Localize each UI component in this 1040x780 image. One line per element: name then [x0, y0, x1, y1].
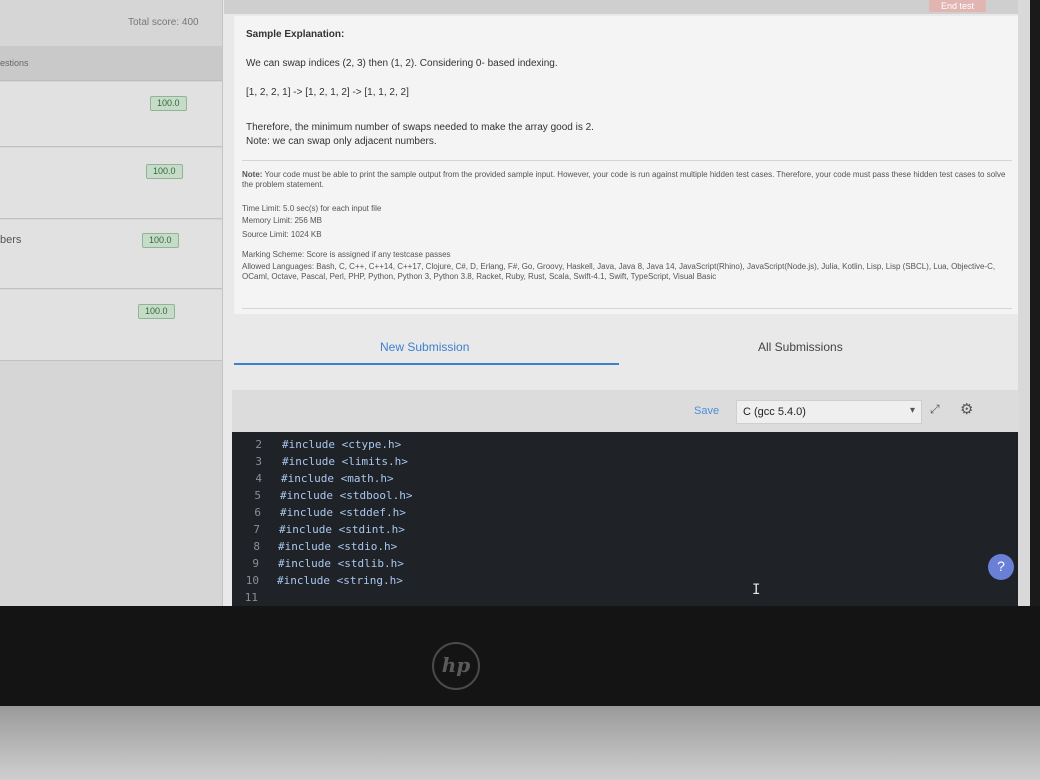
laptop-bezel: hp — [0, 606, 1040, 706]
line-number: 5 — [254, 489, 261, 502]
text-cursor-icon: I — [752, 582, 761, 598]
code-line: #include <stdlib.h> — [278, 557, 404, 570]
divider — [242, 160, 1012, 161]
question-label: bers — [0, 234, 22, 246]
end-test-button[interactable]: End test — [928, 0, 986, 12]
language-select[interactable]: C (gcc 5.4.0) ▾ — [736, 400, 922, 424]
code-line: #include <stdbool.h> — [280, 489, 413, 502]
code-line: #include <stdio.h> — [278, 540, 398, 553]
chevron-down-icon: ▾ — [909, 405, 915, 416]
hp-logo: hp — [432, 642, 480, 690]
question-item-2[interactable]: 100.0 — [0, 148, 222, 219]
question-item-3[interactable]: bers 100.0 — [0, 220, 222, 289]
line-number: 2 — [255, 438, 262, 451]
hidden-test-note: Note: Your code must be able to print th… — [242, 170, 1012, 190]
score-badge: 100.0 — [138, 304, 175, 319]
question-item-1[interactable]: 100.0 — [0, 82, 222, 147]
explanation-line: [1, 2, 2, 1] -> [1, 2, 1, 2] -> [1, 1, 2… — [246, 87, 409, 98]
code-line: #include <string.h> — [277, 574, 403, 587]
explanation-line: We can swap indices (2, 3) then (1, 2). … — [246, 58, 558, 69]
screen: Total score: 400 estions 100.0 100.0 ber… — [0, 0, 1030, 606]
save-button[interactable]: Save — [694, 405, 719, 417]
tab-new-submission[interactable]: New Submission — [380, 340, 469, 354]
line-number: 7 — [253, 523, 260, 536]
code-line: #include <math.h> — [281, 472, 394, 485]
allowed-languages: Allowed Languages: Bash, C, C++, C++14, … — [242, 262, 996, 281]
note-text: Your code must be able to print the samp… — [242, 170, 1006, 189]
line-number: 3 — [255, 455, 262, 468]
total-score: Total score: 400 — [128, 17, 199, 28]
code-line: #include <ctype.h> — [282, 438, 402, 451]
line-number: 9 — [252, 557, 259, 570]
sidebar-header-label: estions — [0, 58, 29, 68]
expand-icon[interactable]: ⤢ — [930, 402, 940, 417]
main-panel: End test Sample Explanation: We can swap… — [224, 0, 1030, 606]
line-number: 8 — [253, 540, 260, 553]
question-sidebar: Total score: 400 estions 100.0 100.0 ber… — [0, 0, 223, 606]
code-line: #include <limits.h> — [282, 455, 408, 468]
score-badge: 100.0 — [142, 233, 179, 248]
top-bar: End test — [224, 0, 1030, 14]
marking-scheme: Marking Scheme: Score is assigned if any… — [242, 250, 451, 259]
line-number: 4 — [255, 472, 262, 485]
line-number: 11 — [244, 591, 258, 604]
explanation-line: Note: we can swap only adjacent numbers. — [246, 136, 437, 147]
sample-explanation-heading: Sample Explanation: — [246, 29, 345, 40]
laptop-base — [0, 706, 1040, 780]
code-line: #include <stddef.h> — [280, 506, 406, 519]
editor-toolbar: Save C (gcc 5.4.0) ▾ ⤢ ⚙ — [232, 390, 1022, 432]
code-editor[interactable]: 2 #include <ctype.h> 3 #include <limits.… — [232, 432, 1022, 606]
active-tab-indicator — [234, 363, 619, 365]
memory-limit: Memory Limit: 256 MB — [242, 216, 323, 225]
submission-tabs: New Submission All Submissions — [234, 330, 1024, 370]
score-badge: 100.0 — [150, 96, 187, 111]
sidebar-header: estions — [0, 46, 222, 81]
language-select-value: C (gcc 5.4.0) — [743, 406, 806, 418]
time-limit: Time Limit: 5.0 sec(s) for each input fi… — [242, 204, 382, 213]
gear-icon[interactable]: ⚙ — [960, 400, 973, 418]
line-number: 10 — [245, 574, 259, 587]
question-item-4[interactable]: 100.0 — [0, 290, 222, 361]
help-icon[interactable]: ? — [988, 554, 1014, 580]
note-label: Note: — [242, 170, 263, 179]
score-badge: 100.0 — [146, 164, 183, 179]
explanation-line: Therefore, the minimum number of swaps n… — [246, 122, 594, 133]
divider — [242, 308, 1012, 309]
code-line: #include <stdint.h> — [279, 523, 405, 536]
tab-all-submissions[interactable]: All Submissions — [758, 340, 843, 354]
line-number: 6 — [254, 506, 261, 519]
source-limit: Source Limit: 1024 KB — [242, 230, 322, 239]
problem-statement: Sample Explanation: We can swap indices … — [234, 16, 1024, 314]
scrollbar[interactable] — [1018, 0, 1030, 606]
